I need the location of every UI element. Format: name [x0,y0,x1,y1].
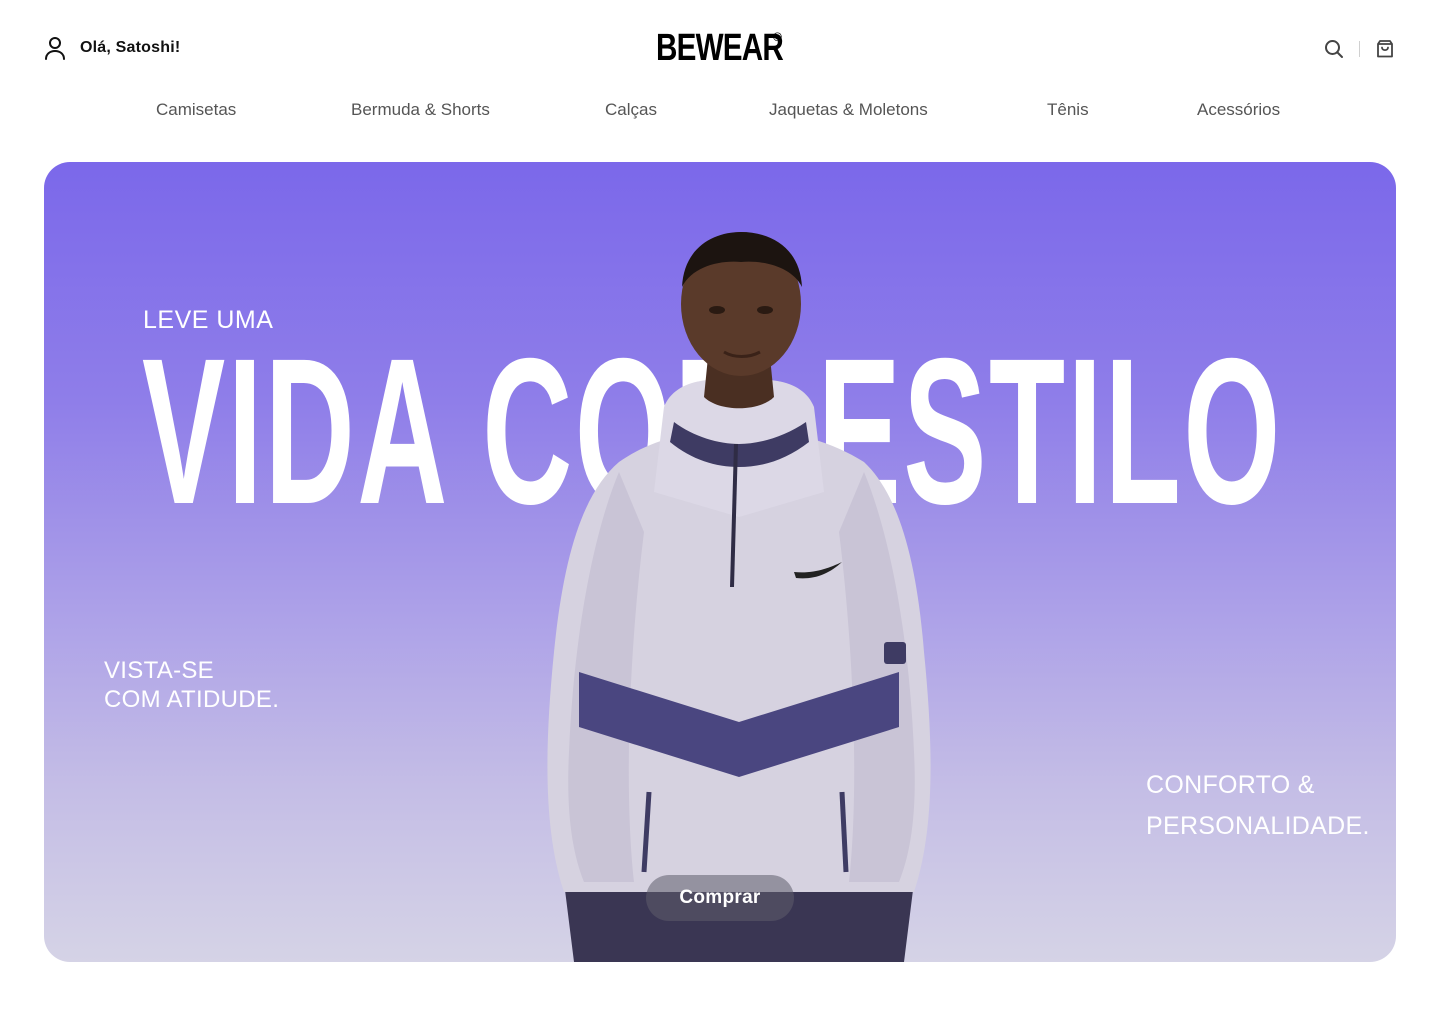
hero-right-line-2: PERSONALIDADE. [1146,812,1370,840]
greeting-text: Olá, Satoshi! [80,39,181,56]
header-actions [1323,38,1396,60]
hero-right-tagline: CONFORTO & PERSONALIDADE. [1146,765,1370,847]
nav-item-jaquetas-moletons[interactable]: Jaquetas & Moletons [769,100,928,120]
search-button[interactable] [1323,38,1345,60]
hero-left-line-1: VISTA-SE [104,657,214,684]
nav-item-tenis[interactable]: Tênis [1047,100,1089,120]
model-photo [547,232,931,962]
shopping-bag-icon [1377,40,1393,58]
nav-item-calcas[interactable]: Calças [605,100,657,120]
hero-right-line-1: CONFORTO & [1146,771,1315,799]
nav-item-camisetas[interactable]: Camisetas [156,100,236,120]
search-icon [1325,40,1343,58]
category-nav: Camisetas Bermuda & Shorts Calças Jaquet… [0,100,1440,130]
nav-item-acessorios[interactable]: Acessórios [1197,100,1280,120]
cart-button[interactable] [1374,38,1396,60]
registered-mark: ® [773,30,782,44]
nav-item-bermuda-shorts[interactable]: Bermuda & Shorts [351,100,490,120]
hero-banner: LEVE UMA VIDA COM ESTILO VISTA-SE COM AT… [44,162,1396,962]
user-icon [45,37,65,60]
actions-divider [1359,41,1360,57]
site-header: Olá, Satoshi! BEWEAR ® [0,0,1440,96]
hero-left-tagline: VISTA-SE COM ATIDUDE. [104,656,279,714]
account-greeting[interactable]: Olá, Satoshi! [44,36,180,60]
brand-logo[interactable]: BEWEAR [656,28,784,68]
hero-left-line-2: COM ATIDUDE. [104,686,280,713]
shop-now-button[interactable]: Comprar [646,875,794,921]
